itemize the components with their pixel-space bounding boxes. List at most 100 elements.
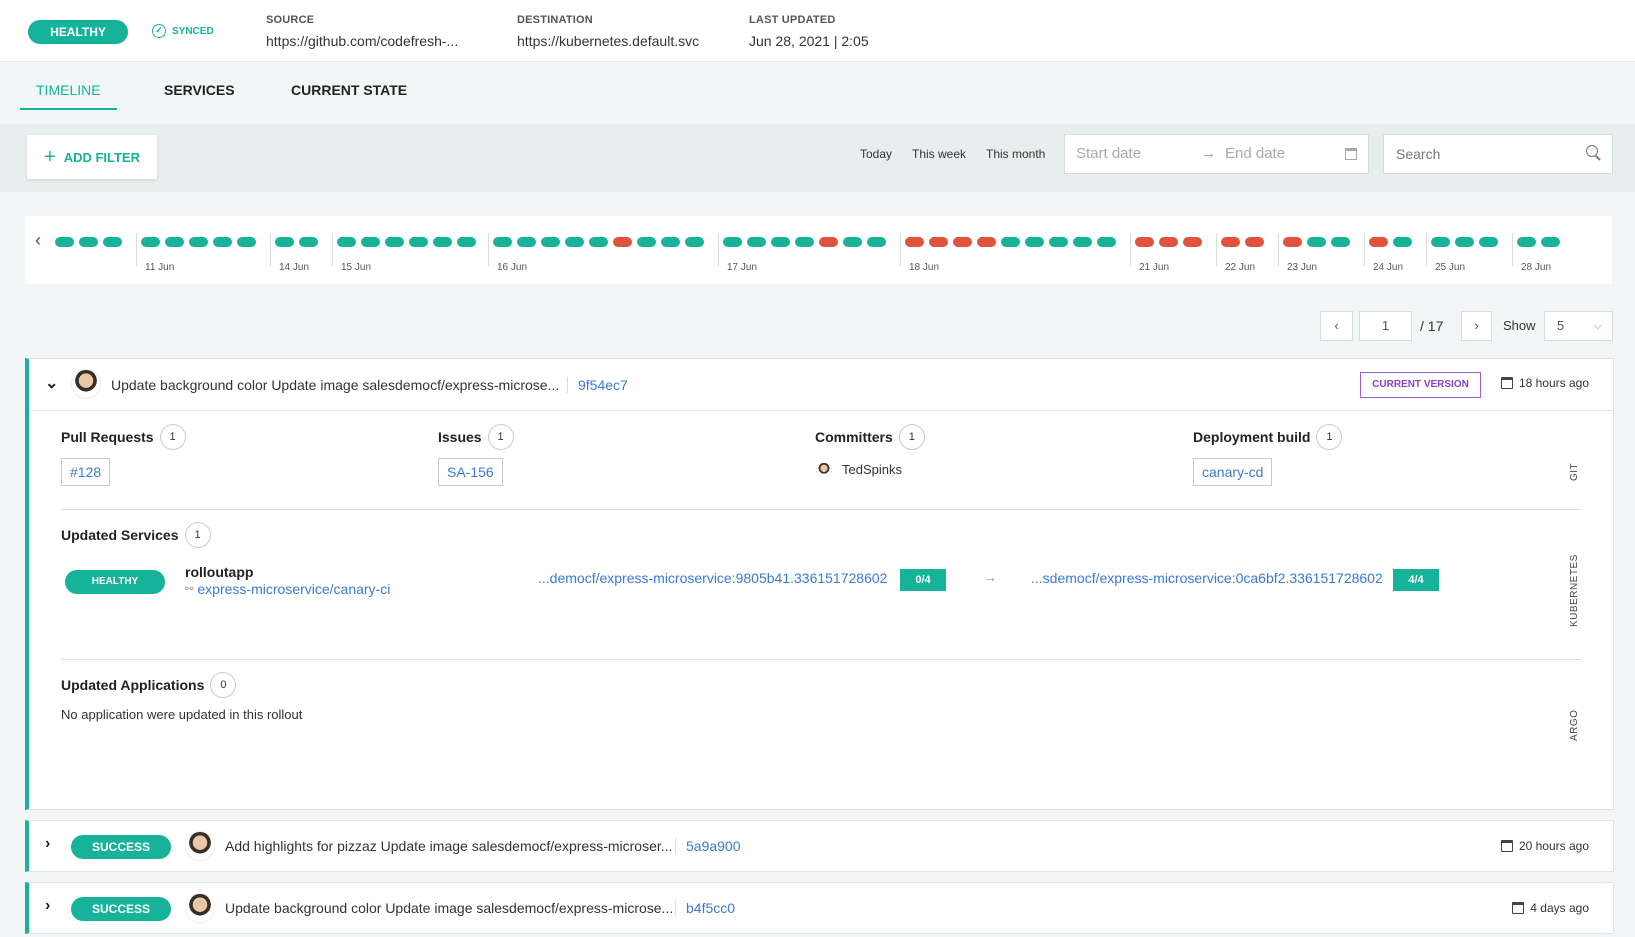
- date-range-picker[interactable]: Start date → End date: [1064, 134, 1369, 174]
- commit-sha-link[interactable]: 5a9a900: [675, 838, 741, 854]
- author-avatar: [185, 893, 215, 923]
- start-date-field[interactable]: Start date: [1076, 145, 1141, 162]
- timeline-success-dot[interactable]: [1307, 237, 1326, 247]
- updated-applications-count: 0: [210, 672, 237, 698]
- timeline-success-dot[interactable]: [433, 237, 452, 247]
- deployment-build-link[interactable]: canary-cd: [1193, 458, 1273, 486]
- timeline-success-dot[interactable]: [637, 237, 656, 247]
- tab-timeline[interactable]: TIMELINE: [20, 76, 117, 110]
- timeline-success-dot[interactable]: [541, 237, 560, 247]
- timeline-failure-dot[interactable]: [953, 237, 972, 247]
- source-link[interactable]: https://github.com/codefresh-...: [266, 33, 458, 49]
- timeline-success-dot[interactable]: [1393, 237, 1412, 247]
- timeline-failure-dot[interactable]: [1135, 237, 1154, 247]
- timeline-success-dot[interactable]: [299, 237, 318, 247]
- timeline-success-dot[interactable]: [79, 237, 98, 247]
- timeline-success-dot[interactable]: [189, 237, 208, 247]
- timeline-success-dot[interactable]: [457, 237, 476, 247]
- timeline-success-dot[interactable]: [1431, 237, 1450, 247]
- timeline-success-dot[interactable]: [237, 237, 256, 247]
- timeline-success-dot[interactable]: [165, 237, 184, 247]
- service-repo: ⚯ express-microservice/canary-ci: [185, 581, 390, 597]
- timeline-success-dot[interactable]: [867, 237, 886, 247]
- timeline-success-dot[interactable]: [409, 237, 428, 247]
- timeline-success-dot[interactable]: [589, 237, 608, 247]
- commit-sha-link[interactable]: b4f5cc0: [675, 900, 735, 916]
- filter-this-week[interactable]: This week: [912, 147, 966, 161]
- tab-current-state[interactable]: CURRENT STATE: [275, 76, 423, 110]
- timeline-success-dot[interactable]: [493, 237, 512, 247]
- from-image-link[interactable]: ...democf/express-microservice:9805b41.3…: [538, 570, 887, 586]
- timeline-success-dot[interactable]: [385, 237, 404, 247]
- commit-sha-link[interactable]: 9f54ec7: [567, 377, 628, 393]
- timeline-day-label: 11 Jun: [145, 262, 175, 273]
- to-image-link[interactable]: ...sdemocf/express-microservice:0ca6bf2.…: [1031, 570, 1383, 586]
- end-date-field[interactable]: End date: [1225, 145, 1285, 162]
- timeline-failure-dot[interactable]: [1283, 237, 1302, 247]
- page-size-select[interactable]: 5 ⌵: [1544, 311, 1613, 341]
- prev-page-button[interactable]: ‹: [1320, 311, 1353, 341]
- rollout-card[interactable]: › SUCCESS Add highlights for pizzaz Upda…: [25, 820, 1614, 872]
- rollout-card[interactable]: › SUCCESS Update background color Update…: [25, 882, 1614, 934]
- timeline-failure-dot[interactable]: [1245, 237, 1264, 247]
- timeline-success-dot[interactable]: [1001, 237, 1020, 247]
- add-filter-button[interactable]: + ADD FILTER: [27, 135, 157, 179]
- timeline-success-dot[interactable]: [361, 237, 380, 247]
- rollout-time: 20 hours ago: [1500, 839, 1589, 853]
- timeline-success-dot[interactable]: [55, 237, 74, 247]
- chevron-down-icon[interactable]: ⌄: [45, 373, 58, 393]
- timeline-success-dot[interactable]: [565, 237, 584, 247]
- chevron-left-icon[interactable]: ‹: [35, 230, 41, 251]
- rollout-header[interactable]: ⌄ Update background color Update image s…: [29, 359, 1613, 411]
- timeline-success-dot[interactable]: [1097, 237, 1116, 247]
- timeline-success-dot[interactable]: [141, 237, 160, 247]
- timeline-success-dot[interactable]: [747, 237, 766, 247]
- timeline-success-dot[interactable]: [1025, 237, 1044, 247]
- timeline-success-dot[interactable]: [275, 237, 294, 247]
- service-repo-link[interactable]: express-microservice/canary-ci: [197, 581, 390, 597]
- timeline-failure-dot[interactable]: [613, 237, 632, 247]
- tab-services[interactable]: SERVICES: [148, 76, 251, 110]
- timeline-success-dot[interactable]: [795, 237, 814, 247]
- committers-count: 1: [898, 424, 925, 450]
- timeline-success-dot[interactable]: [685, 237, 704, 247]
- search-icon: [1586, 145, 1598, 157]
- timeline-success-dot[interactable]: [1541, 237, 1560, 247]
- pull-request-link[interactable]: #128: [61, 458, 111, 486]
- page-input[interactable]: 1: [1359, 311, 1412, 341]
- timeline-success-dot[interactable]: [1073, 237, 1092, 247]
- filter-this-month[interactable]: This month: [986, 147, 1045, 161]
- timeline-failure-dot[interactable]: [1159, 237, 1178, 247]
- timeline-failure-dot[interactable]: [905, 237, 924, 247]
- timeline-success-dot[interactable]: [1049, 237, 1068, 247]
- timeline-success-dot[interactable]: [1455, 237, 1474, 247]
- chevron-right-icon[interactable]: ›: [45, 835, 50, 853]
- pull-requests-label: Pull Requests: [61, 429, 154, 445]
- link-icon: ⚯: [185, 583, 194, 595]
- timeline-failure-dot[interactable]: [977, 237, 996, 247]
- timeline-success-dot[interactable]: [661, 237, 680, 247]
- chevron-right-icon[interactable]: ›: [45, 897, 50, 915]
- timeline-success-dot[interactable]: [517, 237, 536, 247]
- timeline-failure-dot[interactable]: [1183, 237, 1202, 247]
- timeline-success-dot[interactable]: [1517, 237, 1536, 247]
- next-page-button[interactable]: ›: [1461, 311, 1492, 341]
- timeline-success-dot[interactable]: [723, 237, 742, 247]
- filter-today[interactable]: Today: [860, 147, 892, 161]
- timeline-failure-dot[interactable]: [819, 237, 838, 247]
- timeline-failure-dot[interactable]: [929, 237, 948, 247]
- timeline-success-dot[interactable]: [103, 237, 122, 247]
- timeline-failure-dot[interactable]: [1369, 237, 1388, 247]
- timeline-success-dot[interactable]: [843, 237, 862, 247]
- timeline-success-dot[interactable]: [771, 237, 790, 247]
- timeline-success-dot[interactable]: [1331, 237, 1350, 247]
- timeline-failure-dot[interactable]: [1221, 237, 1240, 247]
- timeline-day-label: 14 Jun: [279, 262, 310, 273]
- timeline-success-dot[interactable]: [337, 237, 356, 247]
- timeline-success-dot[interactable]: [213, 237, 232, 247]
- issues-count: 1: [487, 424, 514, 450]
- timeline-success-dot[interactable]: [1479, 237, 1498, 247]
- source-meta: SOURCE https://github.com/codefresh-...: [266, 14, 458, 49]
- search-input[interactable]: Search: [1383, 134, 1613, 174]
- issue-link[interactable]: SA-156: [438, 458, 503, 486]
